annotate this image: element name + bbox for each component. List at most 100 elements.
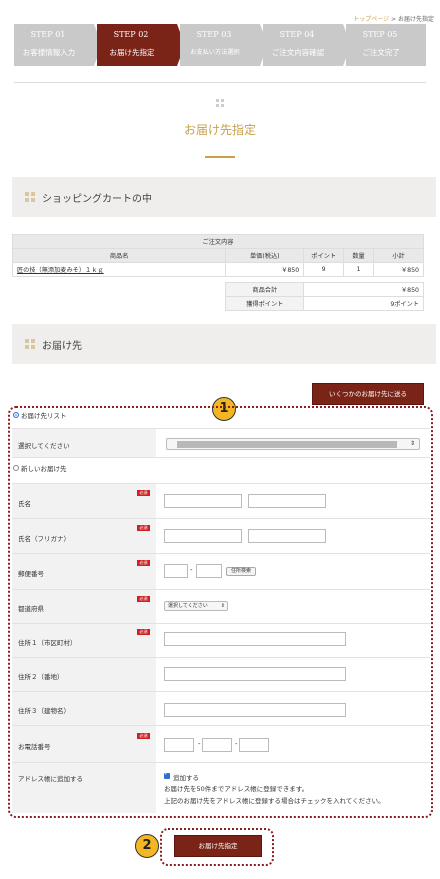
unit-price: ￥850 [225, 262, 305, 277]
step-1: STEP 01 お客様情報入力 [14, 24, 94, 66]
addressbook-check-label: 追加する [173, 774, 199, 782]
phone-label: お電話番号 [18, 743, 51, 751]
zip-search-button[interactable]: 住所検索 [226, 567, 256, 576]
address1-row: 住所１（市区町村） 必須 [12, 624, 430, 658]
required-badge: 必須 [137, 525, 150, 531]
section-icon [25, 192, 35, 202]
summary-value: 9ポイント [303, 296, 424, 311]
select-arrow-icon: ⇕ [220, 603, 225, 609]
section-icon [25, 339, 35, 349]
prefecture-row: 都道府県 必須 選択してください ⇕ [12, 590, 430, 624]
redacted-address [177, 441, 397, 448]
prefecture-label: 都道府県 [18, 605, 44, 613]
dash-separator: - [235, 740, 238, 748]
quantity: 1 [343, 262, 375, 277]
step-name: ご注文完了 [362, 48, 400, 57]
delivery-section-title: お届け先 [42, 341, 82, 352]
step-number: STEP 01 [30, 30, 66, 39]
column-header: 数量 [343, 248, 375, 263]
submit-delivery-button[interactable]: お届け先指定 [174, 835, 262, 857]
address-list-label: お届け先リスト [21, 412, 67, 420]
required-badge: 必須 [137, 490, 150, 496]
column-header: 商品名 [11, 248, 227, 263]
prefecture-select-value: 選択してください [168, 603, 208, 609]
addressbook-checkbox[interactable] [164, 770, 170, 779]
name-label: 氏名 [18, 500, 31, 508]
order-table: ご注文内容 商品名 単価(税込) ポイント 数量 小計 匠の技（無添加麦みそ）１… [11, 234, 424, 311]
step-number: STEP 02 [113, 30, 149, 39]
address-select-row: 選択してください ⇕ [12, 428, 430, 458]
kana-label: 氏名（フリガナ） [18, 535, 70, 543]
checkout-steps: STEP 01 お客様情報入力 STEP 02 お届け先指定 STEP 03 お… [14, 24, 426, 66]
name-row: 氏名 必須 [12, 483, 430, 519]
required-badge: 必須 [137, 733, 150, 739]
addressbook-note-1: お届け先を50件までアドレス帳に登録できます。 [164, 785, 309, 793]
column-header: 小計 [373, 248, 424, 263]
subtotal: ￥850 [373, 262, 424, 277]
step-number: STEP 04 [279, 30, 315, 39]
address2-row: 住所２（番地） [12, 658, 430, 692]
last-name-kana-input[interactable] [164, 529, 242, 543]
new-address-label: 新しいお届け先 [21, 465, 67, 473]
dash-separator: - [198, 740, 201, 748]
zip-row: 郵便番号 必須 - 住所検索 [12, 554, 430, 590]
page-title: お届け先指定 [183, 123, 256, 137]
address1-label: 住所１（市区町村） [18, 639, 77, 647]
step-name: お届け先指定 [109, 48, 155, 57]
order-table-caption: ご注文内容 [12, 234, 424, 249]
step-name: お客様情報入力 [22, 48, 76, 57]
zip-second-input[interactable] [196, 564, 222, 578]
breadcrumb-home-link[interactable]: トップページ [353, 16, 389, 23]
addressbook-note-2: 上記のお届け先をアドレス帳に登録する場合はチェックを入れてください。 [164, 797, 385, 805]
breadcrumb: トップページ > お届け先指定 [353, 14, 434, 23]
dash-separator: - [190, 566, 193, 574]
column-header: ポイント [303, 248, 345, 263]
address3-label: 住所３（建物名） [18, 707, 70, 715]
step-name: ご注文内容確認 [271, 48, 325, 57]
multi-address-button[interactable]: いくつかのお届け先に送る [312, 383, 424, 405]
address-list-radio[interactable] [13, 412, 19, 418]
first-name-kana-input[interactable] [248, 529, 326, 543]
product-link[interactable]: 匠の技（無添加麦みそ）１ｋｇ [17, 267, 104, 274]
step-number: STEP 05 [362, 30, 398, 39]
select-arrow-icon: ⇕ [409, 440, 415, 447]
address-select-label: 選択してください [18, 442, 70, 450]
summary-value: ￥850 [303, 282, 424, 297]
addressbook-row: アドレス帳に追加する 追加する お届け先を50件までアドレス帳に登録できます。 … [12, 763, 430, 813]
address1-input[interactable] [164, 632, 346, 646]
last-name-input[interactable] [164, 494, 242, 508]
prefecture-select[interactable]: 選択してください ⇕ [164, 601, 228, 611]
points: 9 [303, 262, 345, 277]
address2-label: 住所２（番地） [18, 673, 64, 681]
step-name: お支払い方法選択 [190, 49, 240, 56]
new-address-radio[interactable] [13, 465, 19, 471]
summary-row: 商品合計 ￥850 [13, 282, 424, 297]
title-underline [205, 156, 235, 158]
step-2: STEP 02 お届け先指定 [97, 24, 177, 66]
annotation-badge-2: 2 [135, 834, 159, 858]
cart-section-title: ショッピングカートの中 [42, 194, 152, 205]
step-number: STEP 03 [196, 30, 232, 39]
address3-row: 住所３（建物名） [12, 692, 430, 726]
delivery-section-header: お届け先 [12, 324, 436, 364]
address3-input[interactable] [164, 703, 346, 717]
phone-third-input[interactable] [239, 738, 269, 752]
step-3: STEP 03 お支払い方法選択 [180, 24, 260, 66]
phone-row: お電話番号 必須 - - [12, 726, 430, 763]
phone-second-input[interactable] [202, 738, 232, 752]
divider [14, 82, 426, 83]
first-name-input[interactable] [248, 494, 326, 508]
saved-address-select[interactable]: ⇕ [166, 438, 420, 450]
zip-first-input[interactable] [164, 564, 188, 578]
summary-label: 商品合計 [225, 282, 305, 297]
summary-label: 獲得ポイント [225, 296, 305, 311]
table-row: 匠の技（無添加麦みそ）１ｋｇ ￥850 9 1 ￥850 [11, 262, 424, 277]
phone-first-input[interactable] [164, 738, 194, 752]
cart-section-header: ショッピングカートの中 [12, 177, 436, 217]
zip-label: 郵便番号 [18, 570, 44, 578]
address2-input[interactable] [164, 667, 346, 681]
breadcrumb-separator: > [389, 16, 398, 23]
title-ornament-icon [216, 99, 224, 107]
addressbook-label: アドレス帳に追加する [18, 775, 83, 783]
required-badge: 必須 [137, 560, 150, 566]
